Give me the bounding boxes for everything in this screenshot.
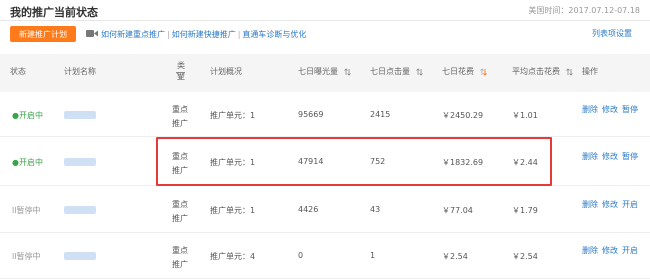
top-divider: [0, 20, 650, 21]
status-label: 暂停中: [16, 252, 41, 261]
status-label: 开启中: [18, 158, 43, 167]
header-clicks[interactable]: 七日点击量: [370, 66, 423, 77]
table-row: ll暂停中 重点推广 推广单元：4 0 1 ￥2.54 ￥2.54 删除 修改 开启: [0, 233, 650, 279]
plan-type: 重点推广: [172, 152, 188, 175]
plan-name-redacted[interactable]: [64, 158, 96, 166]
header-avg-cpc[interactable]: 平均点击花费: [512, 66, 573, 77]
clicks-value: 43: [370, 205, 381, 214]
header-avg-cpc-label: 平均点击花费: [512, 67, 560, 76]
spend-value: ￥2.54: [442, 252, 468, 261]
row-actions: 删除 修改 暂停: [582, 150, 642, 164]
header-status: 状态: [10, 67, 26, 76]
link-separator: |: [167, 30, 170, 39]
plan-overview: 推广单元：4: [210, 252, 256, 261]
status-dot-icon: ●: [12, 158, 19, 167]
plan-overview: 推广单元：1: [210, 111, 256, 120]
edit-link[interactable]: 修改: [602, 200, 618, 209]
status-dot-icon: ●: [12, 111, 19, 120]
clicks-value: 1: [370, 251, 376, 260]
status-badge: ll暂停中: [12, 205, 40, 216]
header-spend[interactable]: 七日花费: [442, 66, 487, 77]
column-settings-link[interactable]: 列表项设置: [592, 28, 632, 39]
delete-link[interactable]: 删除: [582, 200, 598, 209]
header-impressions[interactable]: 七日曝光量: [298, 66, 351, 77]
spend-value: ￥77.04: [442, 206, 473, 215]
plan-type: 重点推广: [172, 200, 188, 223]
avg-cpc-value: ￥2.54: [512, 252, 538, 261]
sort-down-icon[interactable]: [479, 67, 487, 76]
table-header: 状态 计划名称 类型 计划概况 七日曝光量 七日点击量 七日花费 平均点击花费 …: [0, 54, 650, 92]
impressions-value: 95669: [298, 110, 324, 119]
impressions-value: 0: [298, 251, 304, 260]
header-actions: 操作: [582, 67, 598, 76]
pause-link[interactable]: 暂停: [622, 105, 638, 114]
row-actions: 删除 修改 开启: [582, 244, 642, 258]
date-range: 美国时间：2017.07.12-07.18: [528, 6, 640, 15]
delete-link[interactable]: 删除: [582, 152, 598, 161]
plan-name-redacted[interactable]: [64, 252, 96, 260]
status-badge: ll暂停中: [12, 251, 40, 262]
avg-cpc-value: ￥1.01: [512, 111, 538, 120]
header-clicks-label: 七日点击量: [370, 67, 410, 76]
row-actions: 删除 修改 暂停: [582, 103, 642, 117]
plan-overview: 推广单元：1: [210, 158, 256, 167]
create-plan-button[interactable]: 新建推广计划: [10, 26, 76, 42]
spend-value: ￥1832.69: [442, 158, 484, 167]
impressions-value: 47914: [298, 157, 324, 166]
pause-link[interactable]: 暂停: [622, 152, 638, 161]
delete-link[interactable]: 删除: [582, 105, 598, 114]
sort-icon[interactable]: [415, 67, 423, 76]
status-badge: ●开启中: [12, 157, 43, 168]
clicks-value: 2415: [370, 110, 391, 119]
help-link-diagnosis[interactable]: 直通车诊断与优化: [242, 30, 306, 39]
help-links: 如何新建重点推广 | 如何新建快捷推广 | 直通车诊断与优化: [101, 29, 306, 40]
edit-link[interactable]: 修改: [602, 246, 618, 255]
table-row: ●开启中 重点推广 推广单元：1 47914 752 ￥1832.69 ￥2.4…: [0, 137, 650, 186]
filter-icon[interactable]: [176, 72, 185, 80]
impressions-value: 4426: [298, 205, 319, 214]
table-row: ●开启中 重点推广 推广单元：1 95669 2415 ￥2450.29 ￥1.…: [0, 92, 650, 137]
link-separator: |: [237, 30, 241, 39]
resume-link[interactable]: 开启: [622, 246, 638, 255]
avg-cpc-value: ￥1.79: [512, 206, 538, 215]
page-title: 我的推广当前状态: [10, 6, 98, 19]
resume-link[interactable]: 开启: [622, 200, 638, 209]
status-badge: ●开启中: [12, 110, 43, 121]
table-row: ll暂停中 重点推广 推广单元：1 4426 43 ￥77.04 ￥1.79 删…: [0, 186, 650, 233]
help-link-quick-promo[interactable]: 如何新建快捷推广: [172, 30, 236, 39]
header-spend-label: 七日花费: [442, 67, 474, 76]
status-label: 暂停中: [16, 206, 41, 215]
help-link-key-promo[interactable]: 如何新建重点推广: [101, 30, 165, 39]
clicks-value: 752: [370, 157, 386, 166]
sort-icon[interactable]: [343, 67, 351, 76]
plan-type: 重点推广: [172, 105, 188, 128]
plan-type: 重点推广: [172, 246, 188, 269]
video-icon: [86, 30, 98, 37]
plan-name-redacted[interactable]: [64, 111, 96, 119]
delete-link[interactable]: 删除: [582, 246, 598, 255]
edit-link[interactable]: 修改: [602, 152, 618, 161]
spend-value: ￥2450.29: [442, 111, 484, 120]
header-impressions-label: 七日曝光量: [298, 67, 338, 76]
row-actions: 删除 修改 开启: [582, 198, 642, 212]
header-name: 计划名称: [64, 67, 96, 76]
edit-link[interactable]: 修改: [602, 105, 618, 114]
sort-icon[interactable]: [565, 67, 573, 76]
plan-overview: 推广单元：1: [210, 206, 256, 215]
plan-name-redacted[interactable]: [64, 206, 96, 214]
header-overview: 计划概况: [210, 67, 242, 76]
avg-cpc-value: ￥2.44: [512, 158, 538, 167]
status-label: 开启中: [18, 111, 43, 120]
